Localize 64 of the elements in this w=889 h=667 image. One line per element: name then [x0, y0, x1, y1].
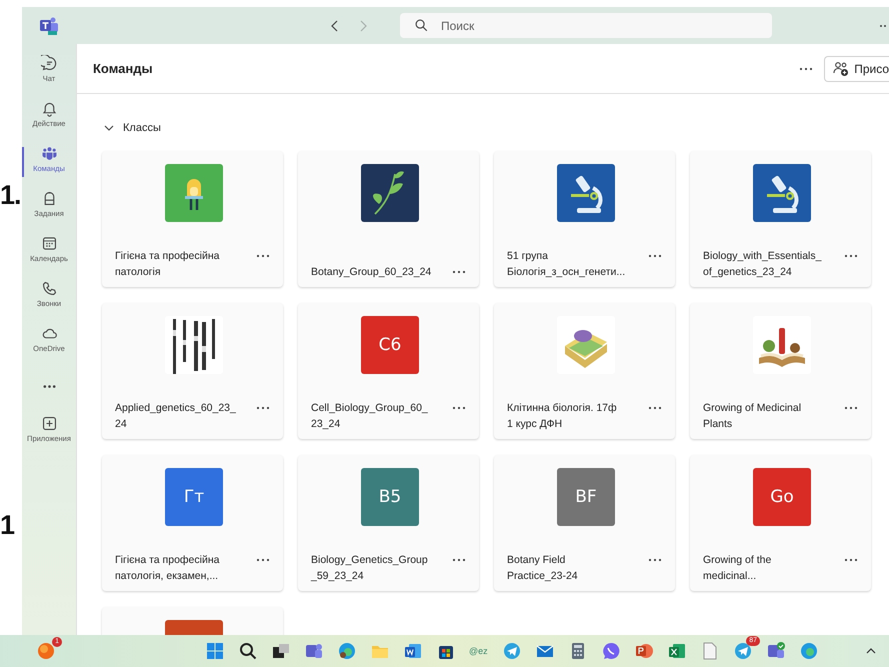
- search-icon: [415, 19, 428, 32]
- add-app-icon: [40, 415, 58, 432]
- app-label[interactable]: @ez: [469, 646, 489, 656]
- windows-start-icon[interactable]: [205, 641, 225, 661]
- team-name: Biology_with_Essentials_ of_genetics_23_24: [703, 249, 823, 280]
- leaf-icon: [361, 164, 419, 222]
- team-card[interactable]: C6 Cell_Biology_Group_60_ 23_24: [298, 303, 479, 439]
- team-avatar: Гт: [165, 468, 223, 526]
- team-name: Applied_genetics_60_23_ 24: [115, 401, 237, 432]
- microscope-icon: [557, 164, 615, 222]
- task-view-icon[interactable]: [271, 641, 291, 661]
- search-field[interactable]: Поиск: [400, 13, 772, 38]
- team-card[interactable]: BF Botany Field Practice_23-24: [494, 455, 675, 591]
- team-card[interactable]: Botany_Group_60_23_24: [298, 151, 479, 287]
- team-avatar: BF: [557, 468, 615, 526]
- team-card[interactable]: Клітинна біологія. 17ф 1 курс ДФН: [494, 303, 675, 439]
- join-team-button[interactable]: Присо: [824, 56, 889, 82]
- teams-new-icon[interactable]: [766, 641, 786, 661]
- bell-icon: [40, 100, 58, 117]
- browser-icon[interactable]: [799, 641, 819, 661]
- chat-icon: [40, 55, 58, 72]
- team-card[interactable]: Go Growing of the medicinal...: [690, 455, 871, 591]
- teams-icon: [40, 145, 58, 162]
- team-card[interactable]: Гігієна та професійна патологія: [102, 151, 283, 287]
- team-card[interactable]: B5 Biology_Genetics_Group _59_23_24: [298, 455, 479, 591]
- word-icon[interactable]: [403, 641, 423, 661]
- team-card[interactable]: Biology_with_Essentials_ of_genetics_23_24: [690, 151, 871, 287]
- more-icon: [42, 384, 56, 388]
- team-card[interactable]: Applied_genetics_60_23_ 24: [102, 303, 283, 439]
- weather-icon[interactable]: [37, 642, 55, 660]
- team-avatar: B5: [361, 468, 419, 526]
- team-name: 51 група Біологія_з_осн_генети...: [507, 249, 626, 280]
- telegram-icon[interactable]: [502, 641, 522, 661]
- excel-icon[interactable]: [667, 641, 687, 661]
- teams-app-icon[interactable]: [304, 641, 324, 661]
- page-title: Команды: [93, 61, 154, 76]
- margin-number: 1.: [0, 179, 21, 212]
- team-card[interactable]: 51 група Біологія_з_осн_генети...: [494, 151, 675, 287]
- calendar-icon: [40, 235, 58, 252]
- team-name: Growing of the medicinal...: [703, 553, 772, 584]
- microscope-icon: [753, 164, 811, 222]
- team-card[interactable]: Growing of Medicinal Plants: [690, 303, 871, 439]
- team-name: Botany Field Practice_23-24: [507, 553, 579, 584]
- margin-number: 1: [0, 509, 14, 542]
- team-card[interactable]: Гт Гігієна та професійна патологія, екзамен,...: [102, 455, 283, 591]
- team-name: Biology_Genetics_Group _59_23_24: [311, 553, 429, 584]
- team-name: Cell_Biology_Group_60_ 23_24: [311, 401, 429, 432]
- viber-icon[interactable]: [601, 641, 621, 661]
- team-avatar: Go: [753, 468, 811, 526]
- teams-logo-icon[interactable]: [39, 16, 59, 36]
- person-add-icon: [833, 60, 850, 76]
- search-icon[interactable]: [238, 641, 258, 661]
- telegram-icon[interactable]: [733, 641, 753, 661]
- bulb-icon: [165, 164, 223, 222]
- team-name: Growing of Medicinal Plants: [703, 401, 802, 432]
- section-header[interactable]: Классы: [102, 118, 161, 138]
- powerpoint-icon[interactable]: [634, 641, 654, 661]
- team-name: Гігієна та професійна патологія: [115, 249, 220, 280]
- team-name: Клітинна біологія. 17ф 1 курс ДФН: [507, 401, 618, 432]
- team-name: Botany_Group_60_23_24: [311, 265, 432, 280]
- team-avatar: C6: [361, 316, 419, 374]
- phone-icon: [40, 280, 58, 297]
- team-name: Гігієна та професійна патологія, екзамен,...: [115, 553, 220, 584]
- browser-icon[interactable]: [337, 641, 357, 661]
